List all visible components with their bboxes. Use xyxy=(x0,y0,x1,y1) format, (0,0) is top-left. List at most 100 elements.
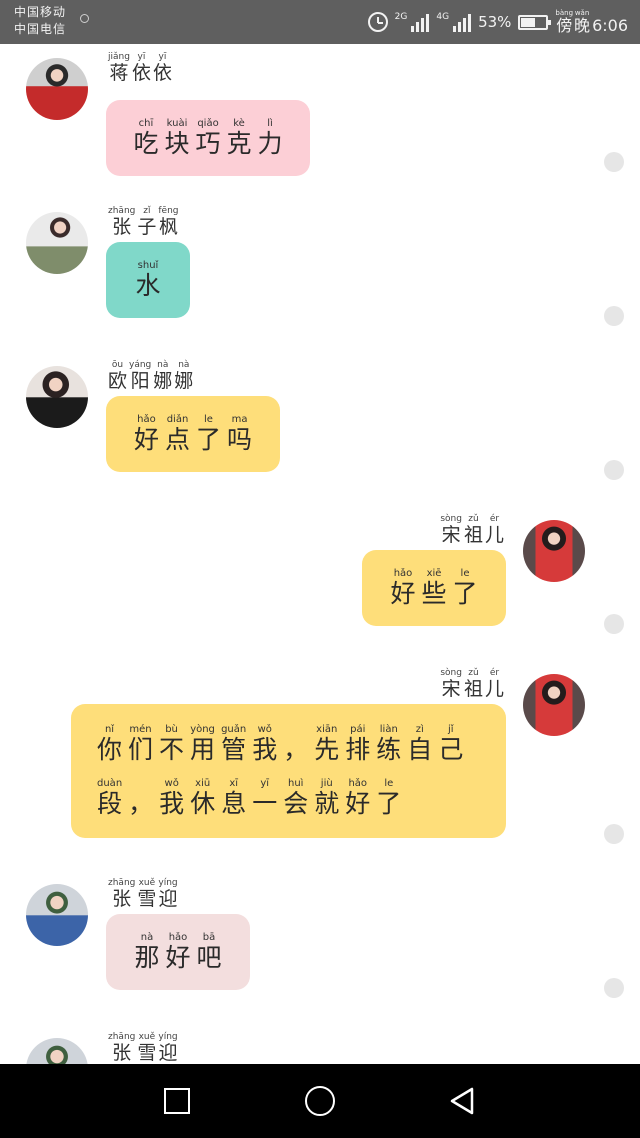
pinyin: nà xyxy=(178,360,190,370)
ruby-char: le 了 xyxy=(453,568,478,608)
hanzi: 巧 xyxy=(195,129,221,158)
ruby-char: nǐ 你 xyxy=(97,724,122,764)
ruby-char: guǎn 管 xyxy=(221,724,246,764)
hanzi: 一 xyxy=(252,789,278,818)
home-icon[interactable] xyxy=(305,1086,335,1116)
avatar-girl-white-dress[interactable] xyxy=(26,212,88,274)
message-bubble[interactable]: nǐ 你 mén 们 bù 不 yòng 用 guǎn 管 wǒ 我 ， xiān 先 pái 排 liàn 练 z… xyxy=(71,704,506,838)
chat-message: sòng 宋 zǔ 祖 ér 儿 nǐ 你 mén 们 bù 不 yòng 用 guǎn 管 wǒ 我 ， xiān… xyxy=(0,668,640,838)
hanzi: 欧 xyxy=(108,370,128,392)
notification-dot-icon xyxy=(80,14,89,23)
hanzi: 好 xyxy=(165,943,191,972)
chat-message: zhāng 张 xuě 雪 yíng 迎 xyxy=(0,1032,640,1064)
avatar-girl-red-dress[interactable] xyxy=(523,520,585,582)
hanzi: 息 xyxy=(221,789,247,818)
hanzi: 阳 xyxy=(130,370,150,392)
hanzi: 排 xyxy=(345,735,371,764)
hanzi: ， xyxy=(283,735,309,764)
pinyin: xuě xyxy=(138,878,156,888)
message-bubble[interactable]: shuǐ 水 xyxy=(106,242,190,318)
hanzi: 儿 xyxy=(484,524,504,546)
pinyin: zhāng xyxy=(108,206,136,216)
read-status-icon xyxy=(604,152,624,172)
pinyin: ōu xyxy=(111,360,124,370)
avatar-girl-denim[interactable] xyxy=(26,884,88,946)
read-status-icon xyxy=(604,306,624,326)
ruby-char: wǒ 我 xyxy=(159,778,184,818)
ruby-char: nà 娜 xyxy=(174,360,193,392)
ruby-char: xuě 雪 xyxy=(137,878,156,910)
back-icon[interactable] xyxy=(448,1086,478,1116)
ruby-char: jiù 就 xyxy=(314,778,339,818)
ruby-char: yíng 迎 xyxy=(158,878,177,910)
battery-percent: 53% xyxy=(478,13,512,31)
hanzi: 迎 xyxy=(158,888,178,910)
hanzi: 先 xyxy=(314,735,340,764)
ruby-char: nà 那 xyxy=(134,932,159,972)
hanzi: 段 xyxy=(97,789,123,818)
read-status-icon xyxy=(604,978,624,998)
message-bubble[interactable]: hǎo 好 xiē 些 le 了 xyxy=(362,550,506,626)
hanzi: 张 xyxy=(112,888,132,910)
hanzi: 练 xyxy=(376,735,402,764)
hanzi: 点 xyxy=(164,425,190,454)
hanzi: 宋 xyxy=(441,524,461,546)
hanzi: 好 xyxy=(390,579,416,608)
ruby-char: hǎo 好 xyxy=(134,414,159,454)
read-status-icon xyxy=(604,824,624,844)
ruby-char: zì 自 xyxy=(407,724,432,764)
hanzi: 些 xyxy=(421,579,447,608)
pinyin: zǐ xyxy=(143,206,151,216)
pinyin: yíng xyxy=(158,1032,178,1042)
message-line: nǐ 你 mén 们 bù 不 yòng 用 guǎn 管 wǒ 我 ， xiān 先 pái 排 liàn 练 z… xyxy=(97,724,480,764)
ruby-char: zhāng 张 xyxy=(108,206,135,238)
ruby-char: shuǐ 水 xyxy=(136,260,161,300)
hanzi: 宋 xyxy=(441,678,461,700)
ruby-char: yī 依 xyxy=(132,52,151,84)
network-type-1: 2G xyxy=(394,12,408,22)
ruby-char: sòng 宋 xyxy=(440,668,462,700)
ruby-char: diǎn 点 xyxy=(165,414,190,454)
ruby-char: hǎo 好 xyxy=(166,932,191,972)
ruby-char: zǔ 祖 xyxy=(464,514,483,546)
status-bar: 中国移动 中国电信 2G 4G 53% bàng 傍 wǎn 晚 6:06 xyxy=(0,0,640,44)
message-bubble[interactable]: chī 吃 kuài 块 qiǎo 巧 kè 克 lì 力 xyxy=(106,100,310,176)
clock: bàng 傍 wǎn 晚 6:06 xyxy=(555,9,628,35)
avatar-girl-denim[interactable] xyxy=(26,1038,88,1064)
ruby-char: hǎo 好 xyxy=(390,568,415,608)
ruby-char: xiān 先 xyxy=(314,724,339,764)
hanzi: 我 xyxy=(252,735,278,764)
sender-name: sòng 宋 zǔ 祖 ér 儿 xyxy=(440,668,504,700)
hanzi: 力 xyxy=(257,129,283,158)
signal-2-icon: 4G xyxy=(436,12,472,32)
hanzi: 会 xyxy=(283,789,309,818)
ruby-char: liàn 练 xyxy=(376,724,401,764)
battery-icon xyxy=(518,14,552,30)
ruby-char: duàn 段 xyxy=(97,778,122,818)
read-status-icon xyxy=(604,460,624,480)
message-bubble[interactable]: nà 那 hǎo 好 bā 吧 xyxy=(106,914,250,990)
message-bubble[interactable]: hǎo 好 diǎn 点 le 了 ma 吗 xyxy=(106,396,280,472)
ruby-char: mén 们 xyxy=(128,724,153,764)
avatar-girl-red-dress[interactable] xyxy=(523,674,585,736)
recent-apps-icon[interactable] xyxy=(162,1086,192,1116)
avatar-girl-red-coat[interactable] xyxy=(26,58,88,120)
hanzi: 你 xyxy=(97,735,123,764)
ruby-char: zhāng 张 xyxy=(108,878,135,910)
ruby-char: wǒ 我 xyxy=(252,724,277,764)
ruby-char: yòng 用 xyxy=(190,724,215,764)
ruby-char: ōu 欧 xyxy=(108,360,127,392)
hanzi: 管 xyxy=(221,735,247,764)
chat-message-list[interactable]: jiǎng 蒋 yī 依 yī 依 chī 吃 kuài 块 qiǎo 巧 kè 克 lì 力 zhāng 张 zǐ… xyxy=(0,44,640,1064)
hanzi: 娜 xyxy=(174,370,194,392)
hanzi: 那 xyxy=(134,943,160,972)
chat-message: zhāng 张 xuě 雪 yíng 迎 nà 那 hǎo 好 bā 吧 xyxy=(0,878,640,1032)
hanzi: 己 xyxy=(438,735,464,764)
hanzi: 张 xyxy=(112,1042,132,1064)
ruby-char: lì 力 xyxy=(258,118,283,158)
ruby-char: kuài 块 xyxy=(164,118,189,158)
hanzi: 克 xyxy=(226,129,252,158)
hanzi: 张 xyxy=(112,216,132,238)
avatar-girl-black-dress[interactable] xyxy=(26,366,88,428)
pinyin: yī xyxy=(137,52,146,62)
